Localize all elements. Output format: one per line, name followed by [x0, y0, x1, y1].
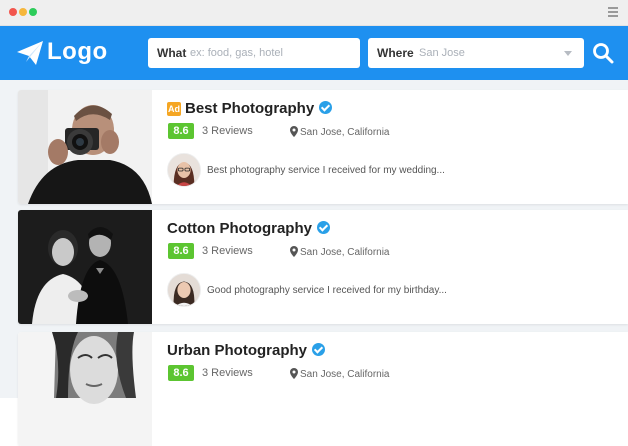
listing-location: San Jose, California	[300, 247, 390, 258]
reviewer-avatar[interactable]	[167, 273, 201, 307]
verified-check-icon	[312, 343, 326, 356]
results-list: Ad Best Photography 8.6 3 Reviews San Jos…	[0, 80, 628, 446]
listing-photo[interactable]	[18, 210, 152, 324]
ad-badge: Ad	[167, 102, 181, 116]
location-pin-icon	[290, 368, 298, 379]
listing-location: San Jose, California	[300, 127, 390, 138]
verified-check-icon	[316, 221, 330, 234]
maximize-window-dot[interactable]	[29, 8, 37, 16]
verified-check-icon	[319, 101, 333, 114]
listing-name[interactable]: Best Photography	[185, 100, 314, 117]
listing-title[interactable]: Cotton Photography	[167, 220, 330, 237]
search-icon[interactable]	[592, 42, 614, 64]
listing-title[interactable]: Ad Best Photography	[167, 100, 333, 117]
rating-score-badge: 8.6	[168, 243, 194, 259]
listing-card[interactable]: Ad Best Photography 8.6 3 Reviews San Jos…	[18, 90, 628, 204]
what-search-field[interactable]: What ex: food, gas, hotel	[148, 38, 360, 68]
rating-score-badge: 8.6	[168, 365, 194, 381]
rating-score-badge: 8.6	[168, 123, 194, 139]
where-select[interactable]: San Jose	[419, 47, 465, 59]
what-input[interactable]: ex: food, gas, hotel	[190, 47, 283, 59]
browser-titlebar	[0, 0, 628, 26]
listing-name[interactable]: Urban Photography	[167, 342, 307, 359]
listing-card[interactable]: Urban Photography 8.6 3 Reviews San Jose…	[18, 332, 628, 446]
review-snippet: Best photography service I received for …	[207, 165, 445, 176]
close-window-dot[interactable]	[9, 8, 17, 16]
listing-location: San Jose, California	[300, 369, 390, 380]
listing-title[interactable]: Urban Photography	[167, 342, 326, 359]
minimize-window-dot[interactable]	[19, 8, 27, 16]
app-header: Logo What ex: food, gas, hotel Where San…	[0, 26, 628, 80]
listing-photo[interactable]	[18, 332, 152, 446]
paper-plane-icon	[17, 41, 43, 65]
review-snippet: Good photography service I received for …	[207, 285, 447, 296]
hamburger-menu-icon[interactable]	[608, 7, 618, 17]
review-count[interactable]: 3 Reviews	[202, 367, 253, 379]
review-count[interactable]: 3 Reviews	[202, 125, 253, 137]
what-label: What	[157, 46, 187, 60]
location-pin-icon	[290, 126, 298, 137]
brand-logo[interactable]: Logo	[47, 38, 108, 66]
listing-photo[interactable]	[18, 90, 152, 204]
location-pin-icon	[290, 246, 298, 257]
where-search-field[interactable]: Where San Jose	[368, 38, 584, 68]
listing-name[interactable]: Cotton Photography	[167, 220, 312, 237]
listing-card[interactable]: Cotton Photography 8.6 3 Reviews San Jos…	[18, 210, 628, 324]
reviewer-avatar[interactable]	[167, 153, 201, 187]
review-count[interactable]: 3 Reviews	[202, 245, 253, 257]
where-label: Where	[377, 46, 414, 60]
chevron-down-icon[interactable]	[564, 51, 572, 56]
